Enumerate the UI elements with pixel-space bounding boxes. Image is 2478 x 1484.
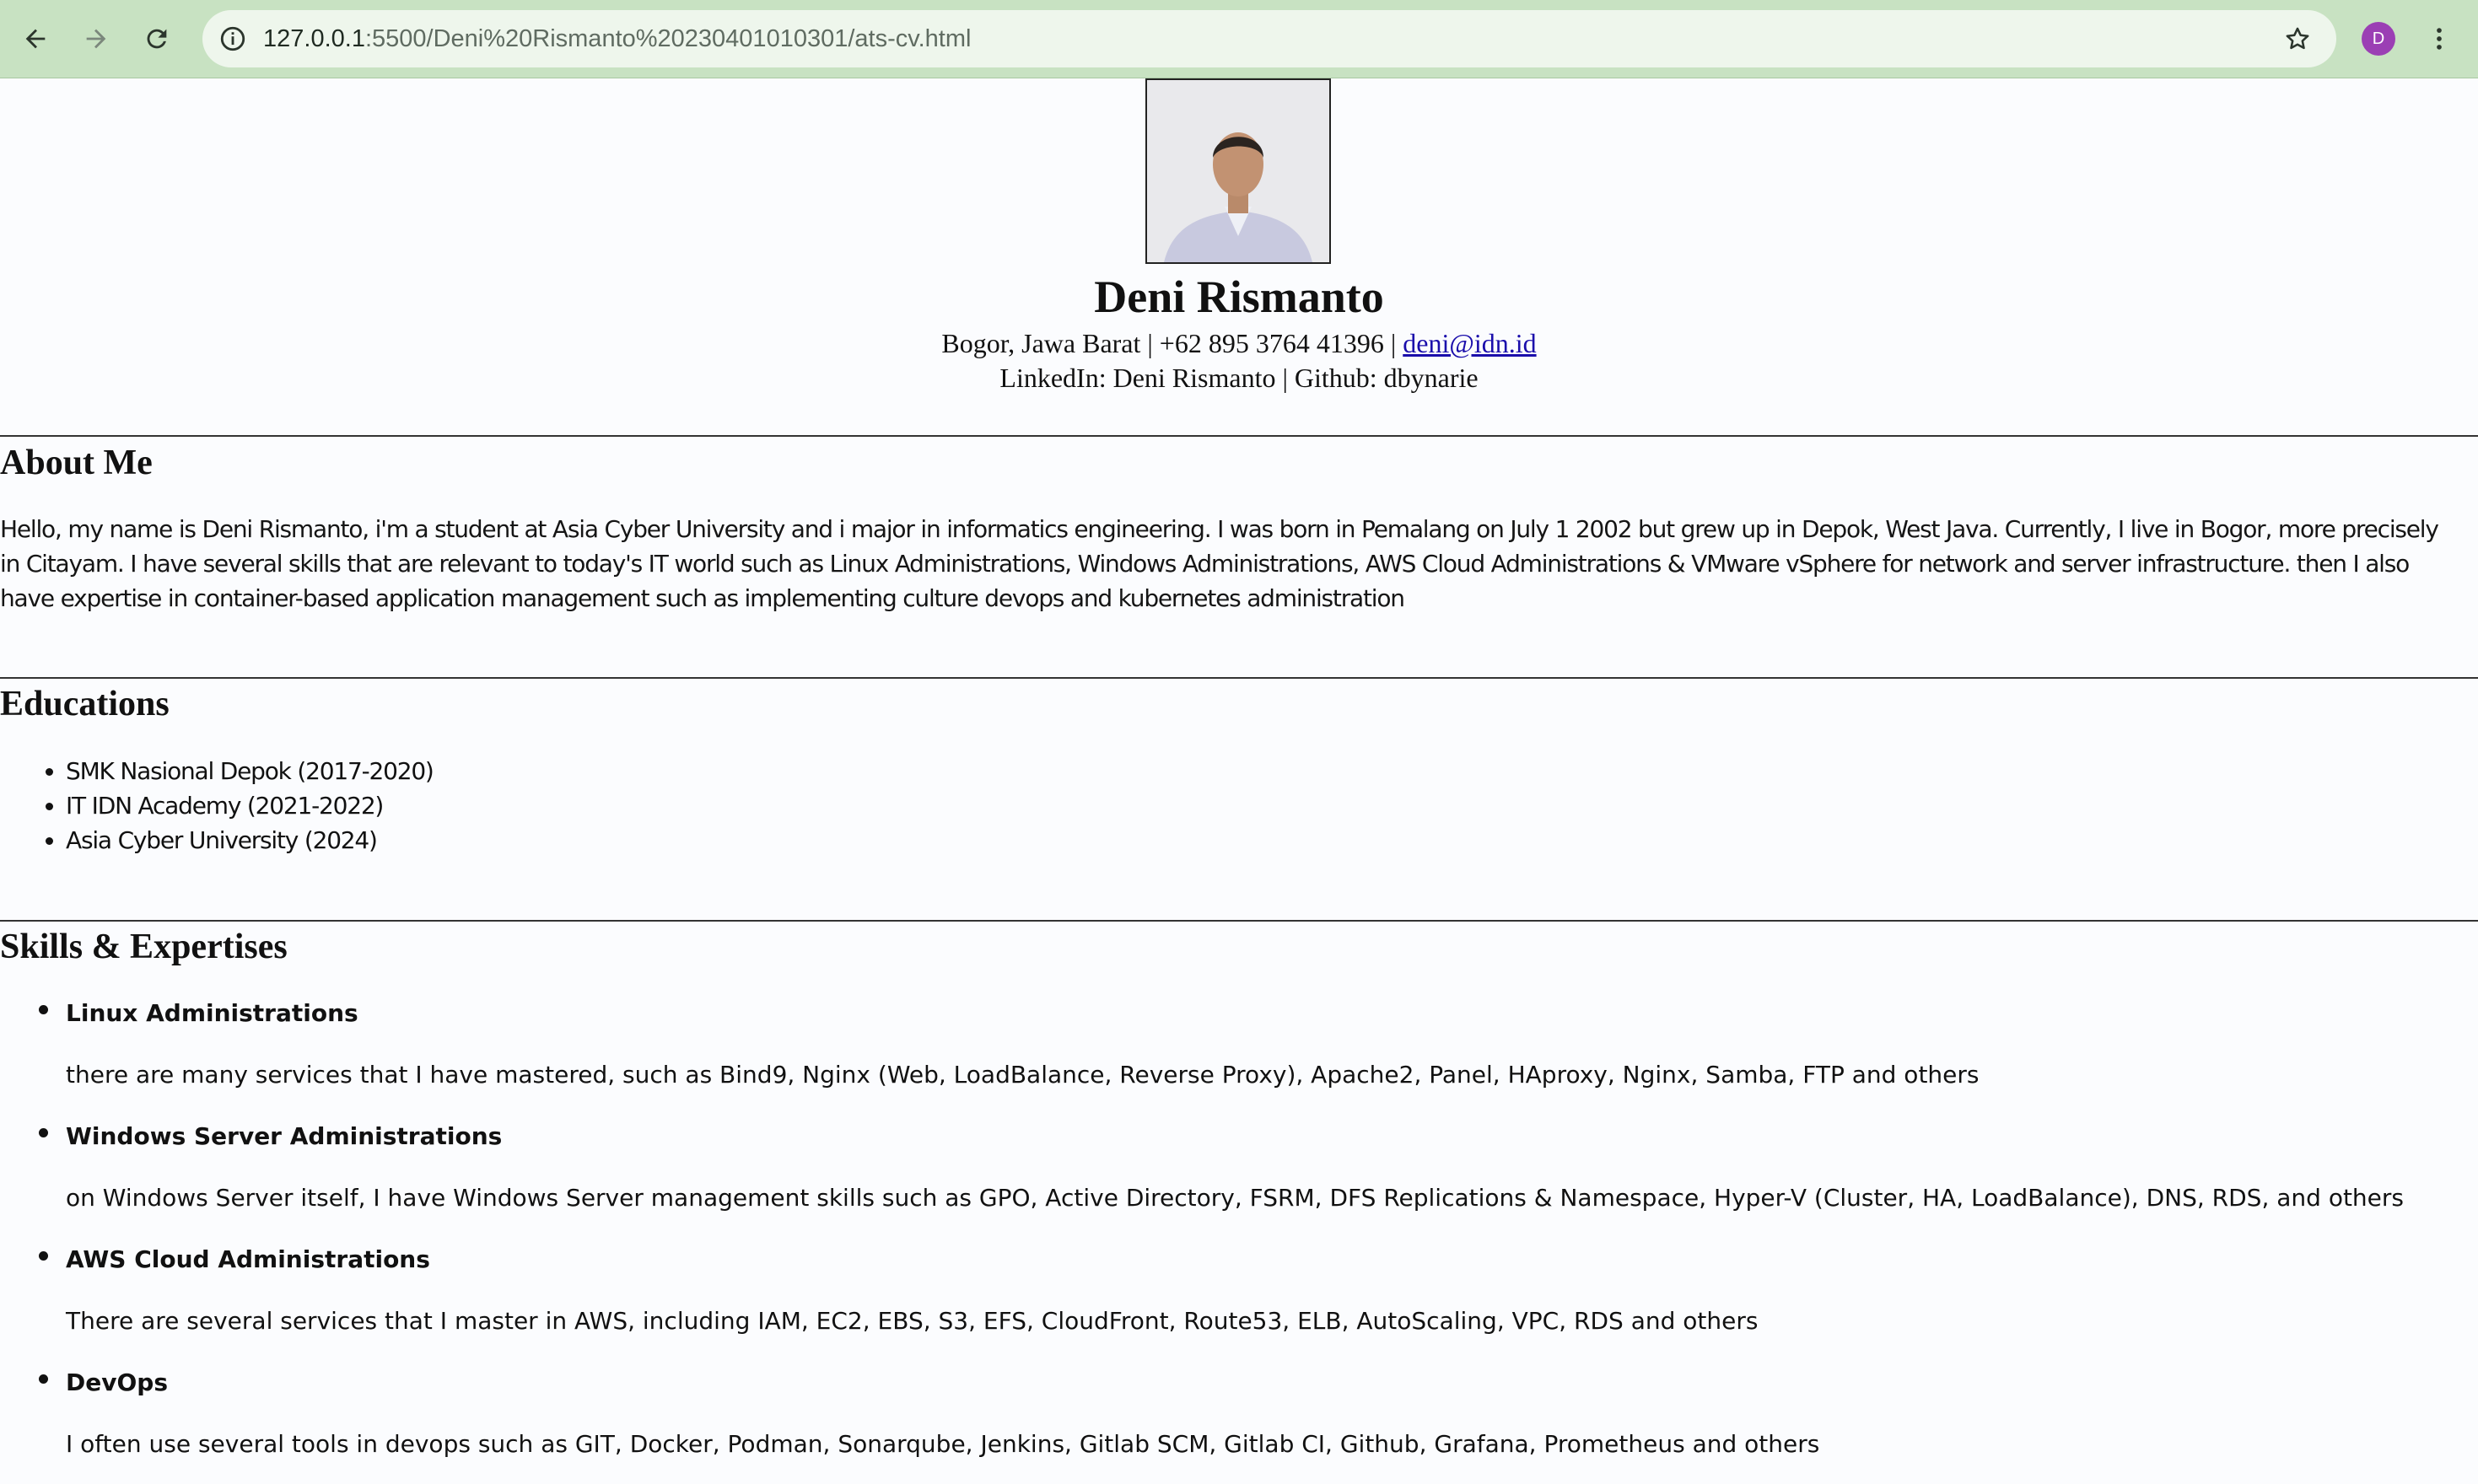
skill-title: AWS Cloud Administrations [66, 1245, 430, 1273]
candidate-name: Deni Rismanto [1094, 272, 1384, 322]
email-link[interactable]: deni@idn.id [1403, 328, 1536, 358]
url-text[interactable]: 127.0.0.1:5500/Deni%20Rismanto%202304010… [263, 10, 971, 67]
url-host: 127.0.0.1 [263, 25, 365, 52]
list-item: Asia Cyber University (2024) [66, 823, 434, 858]
skill-description: on Windows Server itself, I have Windows… [66, 1184, 2404, 1212]
bullet-icon [39, 1128, 48, 1137]
contact-line-2: LinkedIn: Deni Rismanto | Github: dbynar… [999, 363, 1479, 393]
back-button[interactable] [12, 15, 59, 62]
educations-title: Educations [0, 685, 170, 723]
reload-icon [147, 29, 167, 49]
forward-button[interactable] [73, 15, 120, 62]
location-phone-text: Bogor, Jawa Barat | +62 895 3764 41396 | [941, 328, 1403, 358]
skill-item: DevOps I often use several tools in devo… [39, 1365, 2427, 1461]
bullet-icon [39, 1251, 48, 1261]
skill-item: Windows Server Administrations on Window… [39, 1119, 2427, 1215]
address-bar[interactable]: 127.0.0.1:5500/Deni%20Rismanto%202304010… [202, 10, 2336, 67]
skill-item: Linux Administrations there are many ser… [39, 996, 2427, 1092]
arrow-right-icon [86, 29, 106, 49]
skill-item: AWS Cloud Administrations There are seve… [39, 1242, 2427, 1338]
skill-title: Linux Administrations [66, 999, 358, 1027]
list-item: SMK Nasional Depok (2017-2020) [66, 754, 434, 788]
divider [0, 677, 2478, 679]
site-info-icon[interactable] [216, 22, 250, 56]
skill-description: there are many services that I have mast… [66, 1061, 1980, 1089]
kebab-menu-icon[interactable] [2422, 19, 2456, 59]
contact-line-1: Bogor, Jawa Barat | +62 895 3764 41396 |… [0, 328, 2478, 359]
about-text: Hello, my name is Deni Rismanto, i'm a s… [0, 515, 2439, 612]
reload-button[interactable] [133, 15, 180, 62]
arrow-left-icon [25, 29, 46, 49]
divider [0, 920, 2478, 922]
bullet-icon [39, 1005, 48, 1014]
bookmark-star-icon[interactable] [2279, 20, 2316, 57]
about-title: About Me [0, 444, 153, 482]
divider [0, 435, 2478, 437]
url-path: :5500/Deni%20Rismanto%20230401010301/ats… [364, 25, 972, 52]
browser-toolbar: 127.0.0.1:5500/Deni%20Rismanto%202304010… [0, 0, 2478, 78]
profile-photo [1145, 78, 1331, 264]
list-item: IT IDN Academy (2021-2022) [66, 788, 434, 823]
skill-title: Windows Server Administrations [66, 1122, 503, 1150]
skill-description: I often use several tools in devops such… [66, 1430, 1820, 1458]
cv-page: Deni Rismanto Bogor, Jawa Barat | +62 89… [0, 78, 2478, 1484]
skill-description: There are several services that I master… [66, 1307, 1759, 1335]
skills-title: Skills & Expertises [0, 928, 288, 966]
profile-avatar[interactable]: D [2362, 22, 2395, 56]
educations-list: SMK Nasional Depok (2017-2020) IT IDN Ac… [0, 754, 434, 858]
bullet-icon [39, 1374, 48, 1384]
skill-title: DevOps [66, 1368, 168, 1396]
